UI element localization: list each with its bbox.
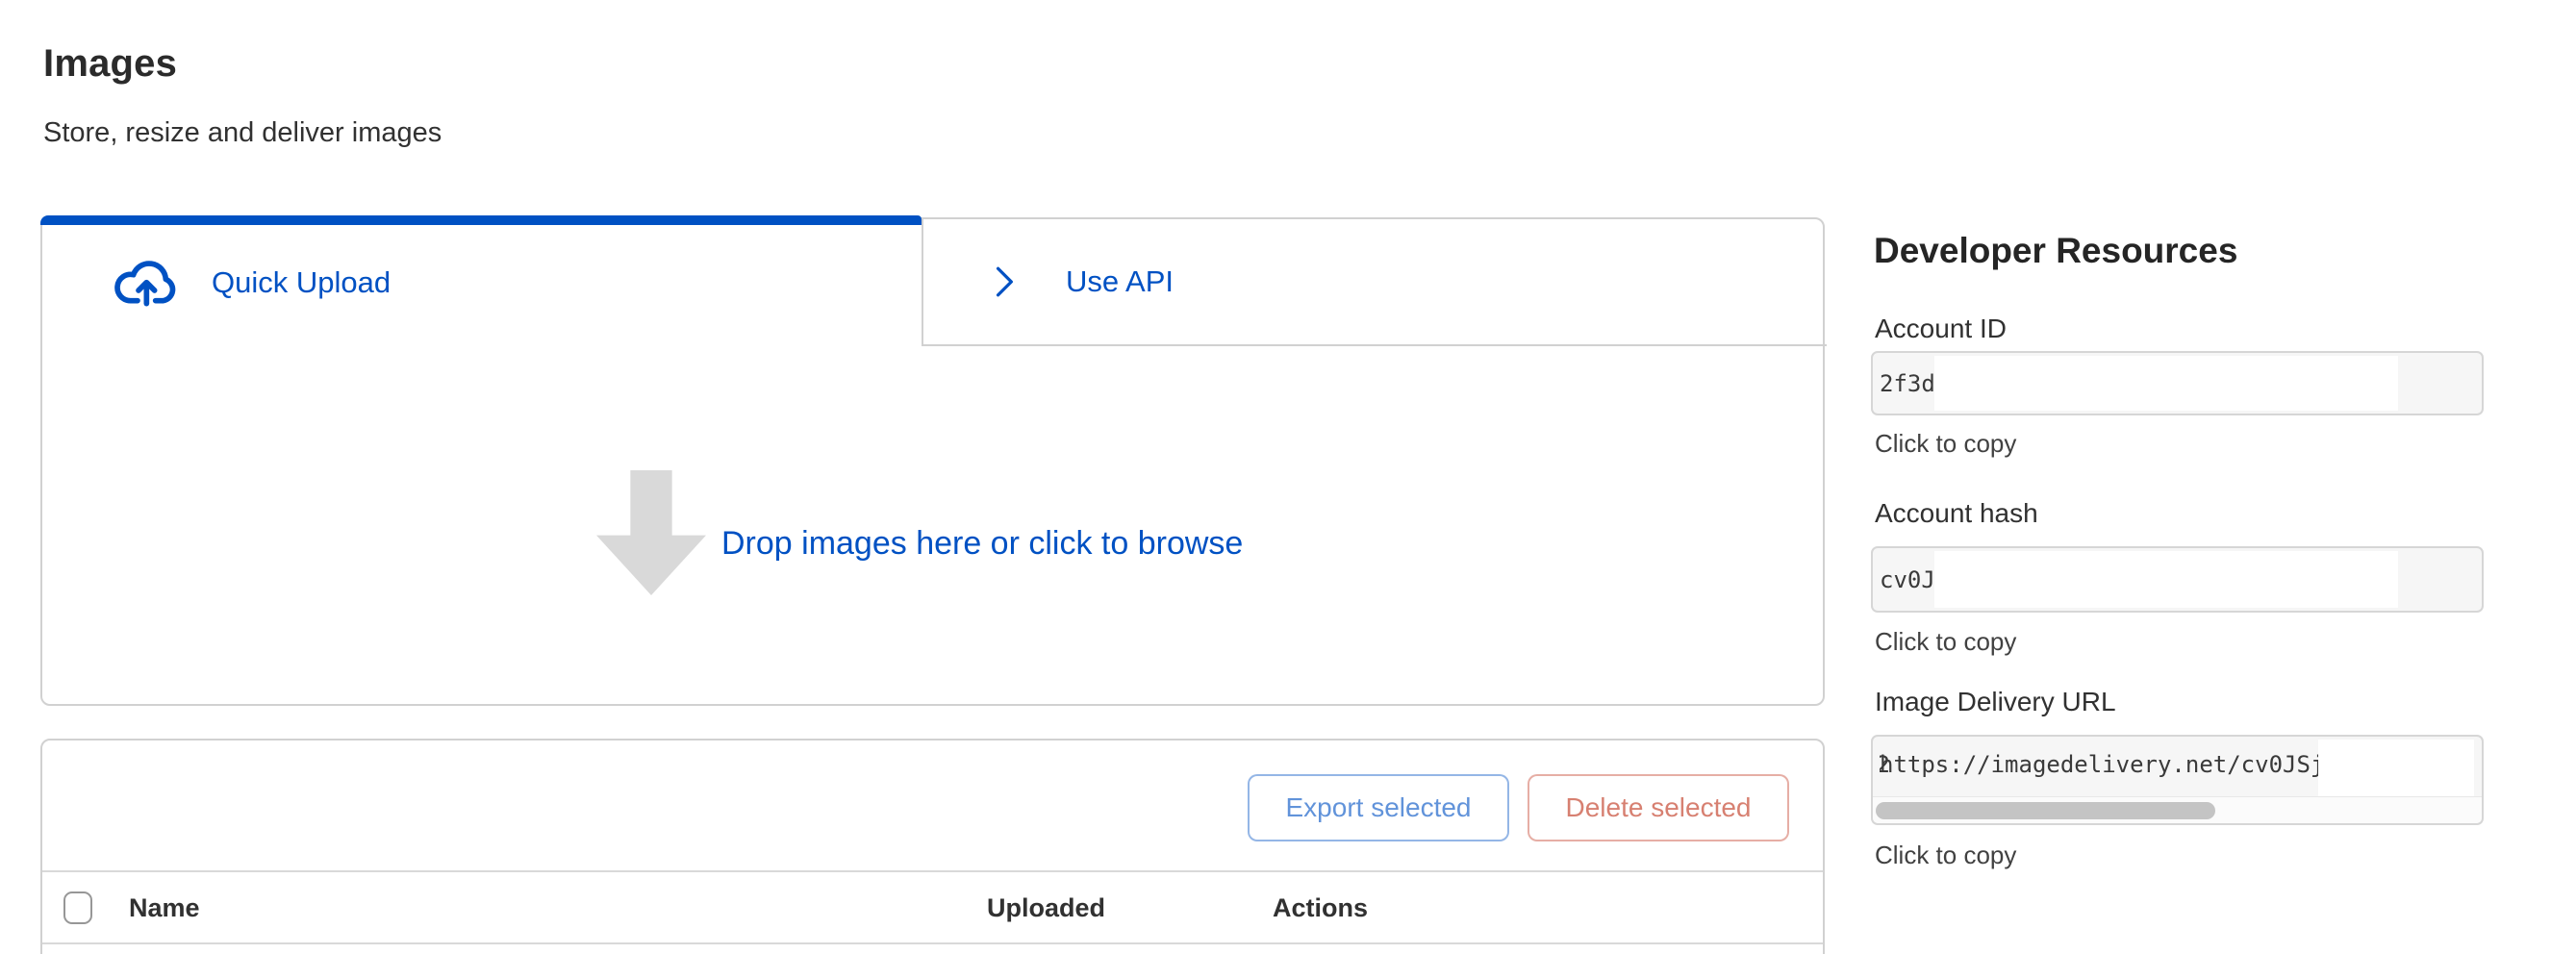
image-delivery-url-label: Image Delivery URL [1875, 687, 2116, 717]
image-delivery-url-redaction [2318, 740, 2474, 796]
account-id-redaction [1934, 356, 2398, 411]
chevron-right-icon [983, 253, 1025, 311]
account-id-field[interactable]: 2f3d [1871, 351, 2484, 415]
export-selected-button[interactable]: Export selected [1248, 774, 1509, 841]
account-hash-redaction [1934, 551, 2398, 608]
select-all-checkbox[interactable] [63, 891, 92, 924]
page-title: Images [43, 42, 177, 86]
page-subtitle: Store, resize and deliver images [43, 117, 442, 149]
account-hash-field[interactable]: cv0J [1871, 546, 2484, 613]
image-delivery-url-value: https://imagedelivery.net/cv0JSj [1880, 751, 2324, 778]
url-field-scrollbar-thumb[interactable] [1876, 802, 2215, 819]
delete-selected-button[interactable]: Delete selected [1528, 774, 1789, 841]
image-delivery-url-trailing-char: 2 [1880, 751, 1890, 778]
url-field-scrollbar-track [1873, 796, 2482, 823]
column-header-actions: Actions [1273, 893, 1368, 923]
tab-quick-upload-label: Quick Upload [212, 265, 391, 300]
table-header-row: Name Uploaded Actions [42, 872, 1823, 944]
account-id-copy-hint: Click to copy [1875, 429, 2016, 459]
account-id-value: 2f3d [1880, 370, 1935, 397]
cloud-upload-icon [108, 244, 185, 321]
column-header-uploaded: Uploaded [987, 893, 1105, 923]
upload-panel: Quick Upload Use API Drop images here or… [40, 217, 1825, 706]
image-delivery-url-field[interactable]: https://imagedelivery.net/cv0JSj 2 [1871, 735, 2484, 825]
download-arrow-icon [596, 470, 706, 595]
table-toolbar: Export selected Delete selected [42, 741, 1823, 872]
images-table-panel: Export selected Delete selected Name Upl… [40, 739, 1825, 954]
account-hash-copy-hint: Click to copy [1875, 627, 2016, 657]
developer-resources-heading: Developer Resources [1874, 231, 2237, 271]
account-hash-value: cv0J [1880, 566, 1935, 593]
image-delivery-url-copy-hint: Click to copy [1875, 841, 2016, 870]
tab-use-api[interactable]: Use API [922, 219, 1827, 346]
column-header-name: Name [129, 893, 200, 923]
image-dropzone[interactable]: Drop images here or click to browse [44, 346, 1825, 704]
tab-use-api-label: Use API [1066, 264, 1174, 299]
account-id-label: Account ID [1875, 314, 2007, 344]
account-hash-label: Account hash [1875, 498, 2038, 529]
dropzone-text: Drop images here or click to browse [721, 525, 1243, 563]
images-page: Images Store, resize and deliver images … [0, 0, 2576, 954]
tab-quick-upload[interactable]: Quick Upload [42, 219, 922, 346]
